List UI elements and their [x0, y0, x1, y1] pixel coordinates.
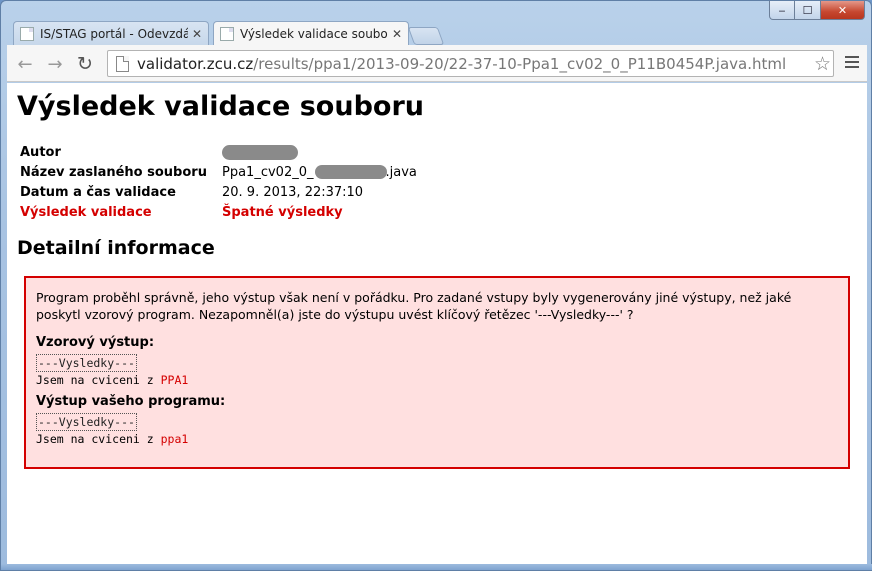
minimize-button[interactable]: ‒: [769, 1, 795, 20]
new-tab-button[interactable]: [407, 27, 445, 45]
tab-strip: IS/STAG portál - Odevzdáv ✕ Výsledek val…: [7, 19, 767, 46]
filename-suffix: .java: [385, 164, 417, 180]
info-row-author: Autor: [20, 142, 417, 162]
filename-value: Ppa1_cv02_0_ .java: [222, 165, 417, 180]
detail-box: Program proběhl správně, jeho výstup vša…: [24, 276, 850, 469]
redacted-filename-part: [315, 165, 388, 179]
detail-heading: Detailní informace: [17, 237, 215, 259]
page-favicon-icon: [20, 27, 34, 41]
tab-label: Výsledek validace souboru: [240, 27, 388, 41]
page-icon: [116, 55, 129, 72]
validation-info-table: Autor Název zaslaného souboru Ppa1_cv02_…: [20, 142, 417, 222]
expected-output-highlight: PPA1: [160, 373, 189, 387]
result-value: Špatné výsledky: [222, 204, 343, 220]
actual-output-highlight: ppa1: [160, 432, 189, 446]
info-row-datetime: Datum a čas validace 20. 9. 2013, 22:37:…: [20, 182, 417, 202]
reload-icon[interactable]: ↻: [73, 53, 97, 75]
info-row-filename: Název zaslaného souboru Ppa1_cv02_0_ .ja…: [20, 162, 417, 182]
tab-close-icon[interactable]: ✕: [392, 27, 402, 41]
datetime-value: 20. 9. 2013, 22:37:10: [222, 184, 364, 200]
redacted-author: [222, 144, 298, 160]
close-window-button[interactable]: ✕: [821, 1, 865, 20]
actual-output: ---Vysledky--- Jsem na cviceni z ppa1: [36, 413, 838, 447]
expected-output-label: Vzorový výstup:: [36, 335, 155, 350]
datetime-label: Datum a čas validace: [20, 184, 176, 200]
detail-message: Program proběhl správně, jeho výstup vša…: [36, 290, 792, 322]
window-bottom-edge: [1, 564, 872, 570]
browser-toolbar: ← → ↻ validator.zcu.cz/results/ppa1/2013…: [7, 45, 867, 82]
tab-validation-result[interactable]: Výsledek validace souboru ✕: [213, 21, 409, 46]
expected-output-header: ---Vysledky---: [36, 354, 137, 372]
tab-label: IS/STAG portál - Odevzdáv: [40, 27, 188, 41]
tab-close-icon[interactable]: ✕: [192, 27, 202, 41]
browser-window: ‒ ☐ ✕ IS/STAG portál - Odevzdáv ✕ Výsled…: [0, 0, 872, 571]
author-value: [222, 144, 298, 160]
url-path: /results/ppa1/2013-09-20/22-37-10-Ppa1_c…: [253, 54, 787, 73]
expected-output-line: Jsem na cviceni z: [36, 373, 161, 387]
info-row-result: Výsledek validace Špatné výsledky: [20, 202, 417, 222]
result-label: Výsledek validace: [20, 204, 152, 220]
filename-label: Název zaslaného souboru: [20, 164, 207, 180]
url-host: validator.zcu.cz: [137, 54, 254, 73]
page-content: Výsledek validace souboru Autor Název za…: [7, 83, 867, 566]
forward-arrow-icon[interactable]: →: [43, 53, 67, 75]
page-favicon-icon: [220, 27, 234, 41]
page-title: Výsledek validace souboru: [17, 91, 424, 122]
address-bar[interactable]: validator.zcu.cz/results/ppa1/2013-09-20…: [107, 50, 834, 77]
author-label: Autor: [20, 144, 61, 160]
hamburger-menu-icon[interactable]: [845, 54, 859, 70]
expected-output: ---Vysledky--- Jsem na cviceni z PPA1: [36, 354, 838, 388]
window-controls: ‒ ☐ ✕: [769, 1, 865, 20]
bookmark-star-icon[interactable]: ☆: [814, 53, 831, 75]
actual-output-line: Jsem na cviceni z: [36, 432, 161, 446]
actual-output-header: ---Vysledky---: [36, 413, 137, 431]
tab-is-stag[interactable]: IS/STAG portál - Odevzdáv ✕: [13, 21, 209, 46]
filename-prefix: Ppa1_cv02_0_: [222, 164, 314, 180]
actual-output-label: Výstup vašeho programu:: [36, 394, 226, 409]
maximize-button[interactable]: ☐: [795, 1, 821, 20]
back-arrow-icon[interactable]: ←: [13, 53, 37, 75]
